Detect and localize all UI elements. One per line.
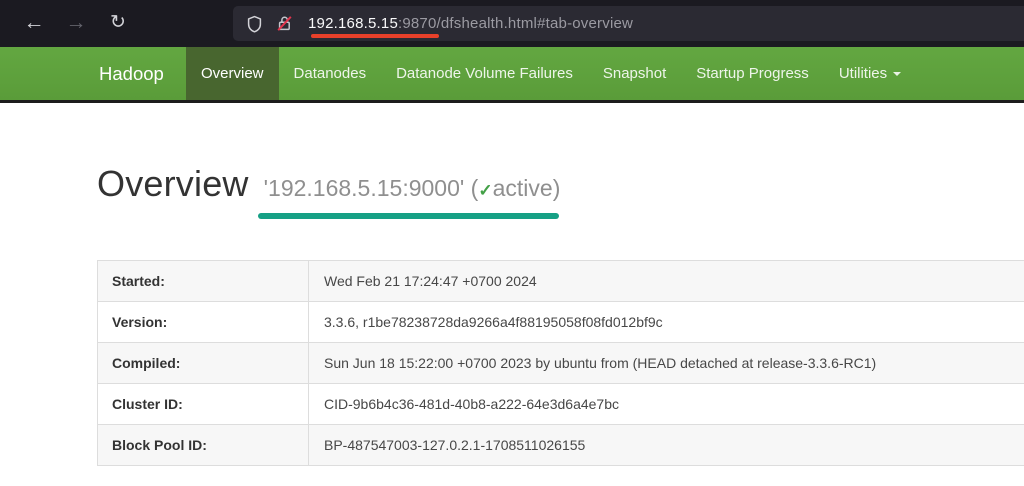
reload-icon[interactable]: ↻ (104, 9, 132, 37)
back-icon[interactable]: ← (20, 9, 48, 37)
table-row-block-pool-id: Block Pool ID: BP-487547003-127.0.2.1-17… (97, 424, 1024, 466)
tab-overview[interactable]: Overview (186, 47, 279, 100)
table-row-compiled: Compiled: Sun Jun 18 15:22:00 +0700 2023… (97, 342, 1024, 384)
address-teal-underline-annotation (258, 213, 559, 219)
insecure-lock-icon[interactable] (276, 15, 293, 32)
tab-utilities[interactable]: Utilities (824, 47, 916, 100)
shield-icon[interactable] (246, 15, 263, 33)
status-badge: active (492, 175, 553, 201)
row-label: Version: (97, 301, 309, 343)
url-path: :9870/dfshealth.html#tab-overview (397, 15, 634, 32)
forward-icon[interactable]: → (62, 9, 90, 37)
chevron-down-icon (893, 72, 902, 76)
hadoop-brand[interactable]: Hadoop (99, 47, 164, 100)
active-check-icon: ✓ (478, 181, 493, 200)
browser-toolbar: ← → ↻ 192.168.5.15:9870/dfshealth.html#t… (0, 0, 1024, 47)
hadoop-navbar: Hadoop Overview Datanodes Datanode Volum… (0, 47, 1024, 103)
page-heading: Overview '192.168.5.15:9000' (✓active) (97, 163, 560, 205)
tab-datanodes[interactable]: Datanodes (279, 47, 382, 100)
url-red-underline-annotation (311, 34, 439, 38)
row-value: Wed Feb 21 17:24:47 +0700 2024 (308, 260, 1024, 302)
page-title: Overview (97, 163, 249, 204)
row-value: 3.3.6, r1be78238728da9266a4f88195058f08f… (308, 301, 1024, 343)
namenode-address-text: '192.168.5.15:9000' (263, 175, 465, 201)
row-label: Started: (97, 260, 309, 302)
url-host: 192.168.5.15 (308, 15, 398, 32)
tab-utilities-label: Utilities (838, 65, 888, 82)
row-label: Compiled: (97, 342, 309, 384)
row-label: Cluster ID: (97, 383, 309, 425)
tab-datanode-volume-failures[interactable]: Datanode Volume Failures (381, 47, 588, 100)
row-value: CID-9b6b4c36-481d-40b8-a222-64e3d6a4e7bc (308, 383, 1024, 425)
row-value: Sun Jun 18 15:22:00 +0700 2023 by ubuntu… (308, 342, 1024, 384)
tab-startup-progress[interactable]: Startup Progress (681, 47, 824, 100)
table-row-started: Started: Wed Feb 21 17:24:47 +0700 2024 (97, 260, 1024, 302)
row-value: BP-487547003-127.0.2.1-1708511026155 (308, 424, 1024, 466)
table-row-cluster-id: Cluster ID: CID-9b6b4c36-481d-40b8-a222-… (97, 383, 1024, 425)
row-label: Block Pool ID: (97, 424, 309, 466)
navbar-tabs: Overview Datanodes Datanode Volume Failu… (186, 47, 916, 100)
tab-snapshot[interactable]: Snapshot (588, 47, 681, 100)
hadoop-overview-page: ← → ↻ 192.168.5.15:9870/dfshealth.html#t… (0, 0, 1024, 486)
paren-close: ) (552, 175, 561, 201)
address-url[interactable]: 192.168.5.15:9870/dfshealth.html#tab-ove… (308, 15, 633, 32)
namenode-address: '192.168.5.15:9000' (✓active) (264, 175, 561, 202)
table-row-version: Version: 3.3.6, r1be78238728da9266a4f881… (97, 301, 1024, 343)
overview-info-table: Started: Wed Feb 21 17:24:47 +0700 2024 … (97, 260, 1024, 466)
